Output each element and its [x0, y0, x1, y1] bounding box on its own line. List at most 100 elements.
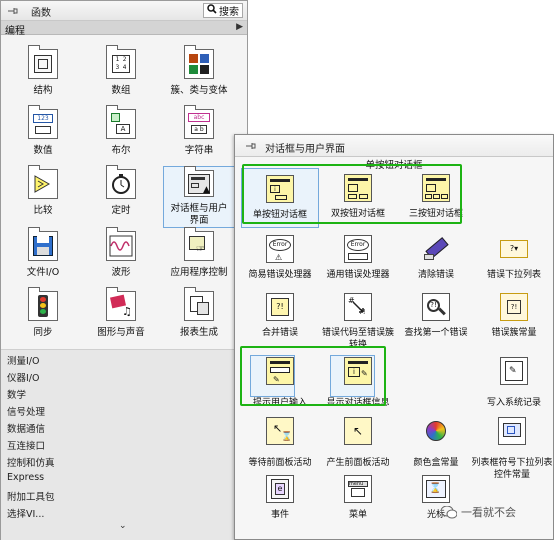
- cluster-icon: [184, 45, 214, 79]
- palette-item-merge-errors[interactable]: ?! 合并错误: [241, 293, 319, 339]
- palette-item-find-first-error[interactable]: ?! 查找第一个错误: [397, 293, 475, 339]
- palette-item-timing[interactable]: 定时: [85, 165, 157, 217]
- category-item[interactable]: 附加工具包: [7, 489, 55, 503]
- string-icon: abc a b: [184, 105, 214, 139]
- dialog-ui-palette-titlebar: 对话框与用户界面: [235, 135, 553, 157]
- category-header-programming[interactable]: 编程 ▶: [1, 21, 247, 37]
- palette-item-dialog-ui[interactable]: ▲ 对话框与用户界面: [163, 166, 235, 228]
- category-item[interactable]: 互连接口: [7, 438, 45, 452]
- palette-item-cluster[interactable]: 簇、类与变体: [163, 45, 235, 97]
- app-control-icon: ☞: [184, 227, 214, 261]
- palette-item-label: 对话框与用户界面: [170, 203, 228, 226]
- palette-item-write-system-log[interactable]: ✎ 写入系统记录: [475, 357, 553, 409]
- palette-item-label: 波形: [111, 267, 131, 278]
- category-item[interactable]: 测量I/O: [7, 353, 39, 367]
- expand-arrow-icon: ▶: [236, 22, 243, 32]
- dialog-ui-icon: ▲: [184, 166, 214, 197]
- more-chevron-icon[interactable]: ⌄: [119, 521, 127, 531]
- category-item[interactable]: 仪器I/O: [7, 370, 39, 384]
- write-system-log-icon: ✎: [500, 357, 528, 385]
- palette-item-error-code-to-cluster[interactable]: # ?! 错误代码至错误簇转换: [319, 293, 397, 351]
- palette-item-clear-errors[interactable]: 清除错误: [397, 235, 475, 281]
- pin-icon[interactable]: [7, 5, 19, 17]
- palette-item-error-ring[interactable]: ?▾ 错误下拉列表: [475, 235, 553, 281]
- error-ring-icon: ?▾: [500, 240, 528, 258]
- palette-item-label: 结构: [33, 85, 53, 96]
- palette-item-graphics-sound[interactable]: ♫ 图形与声音: [85, 287, 157, 339]
- palette-item-label: 清除错误: [417, 270, 454, 280]
- color-box-icon: [422, 417, 450, 445]
- general-error-handler-icon: Error: [344, 235, 372, 263]
- palette-item-label: 簇、类与变体: [170, 85, 228, 96]
- pin-icon[interactable]: [245, 140, 257, 152]
- graphics-sound-icon: ♫: [106, 287, 136, 321]
- wait-front-panel-icon: ↖ ⌛: [266, 417, 294, 445]
- boolean-icon: A: [106, 105, 136, 139]
- generate-front-panel-icon: ↖: [344, 417, 372, 445]
- category-item[interactable]: 选择VI...: [7, 506, 44, 520]
- palette-item-listbox-symbol-ring[interactable]: 列表框符号下拉列表控件常量: [469, 417, 554, 481]
- highlight-box-prompt-display: [240, 346, 386, 406]
- report-icon: [184, 287, 214, 321]
- palette-item-generate-front-panel[interactable]: ↖ 产生前面板活动: [319, 417, 397, 469]
- wechat-icon: [440, 505, 458, 519]
- category-list: 测量I/O 仪器I/O 数学 信号处理 数据通信 互连接口 控制和仿真 Expr…: [1, 349, 247, 540]
- category-item[interactable]: 控制和仿真: [7, 455, 55, 469]
- palette-item-menus[interactable]: menu 菜单: [319, 475, 397, 521]
- palette-item-app-control[interactable]: ☞ 应用程序控制: [163, 227, 235, 279]
- palette-item-label: 数组: [111, 85, 131, 96]
- functions-palette-titlebar: 函数 搜索: [1, 1, 247, 21]
- palette-item-general-error-handler[interactable]: Error 通用错误处理器: [319, 235, 397, 281]
- error-code-to-cluster-icon: # ?!: [344, 293, 372, 321]
- palette-item-label: 查找第一个错误: [404, 328, 468, 338]
- eraser-icon: [422, 235, 450, 263]
- palette-item-label: 简易错误处理器: [248, 270, 312, 280]
- palette-item-label: 同步: [33, 327, 53, 338]
- palette-item-structures[interactable]: 结构: [7, 45, 79, 97]
- palette-item-label: 数值: [33, 145, 53, 156]
- merge-errors-icon: ?!: [266, 293, 294, 321]
- palette-item-events[interactable]: e 事件: [241, 475, 319, 521]
- waveform-icon: [106, 227, 136, 261]
- find-first-error-icon: ?!: [422, 293, 450, 321]
- palette-item-error-cluster-constant[interactable]: ?! 错误簇常量: [475, 293, 553, 339]
- listbox-symbol-ring-icon: [498, 417, 526, 445]
- palette-item-waveform[interactable]: 波形: [85, 227, 157, 279]
- palette-item-simple-error-handler[interactable]: Error ⚠ 简易错误处理器: [241, 235, 319, 281]
- palette-item-label: 应用程序控制: [170, 267, 228, 278]
- palette-item-string[interactable]: abc a b 字符串: [163, 105, 235, 157]
- dialog-ui-palette-title: 对话框与用户界面: [265, 144, 345, 155]
- palette-item-numeric[interactable]: 123 数值: [7, 105, 79, 157]
- palette-item-boolean[interactable]: A 布尔: [85, 105, 157, 157]
- palette-item-array[interactable]: 1 23 4 数组: [85, 45, 157, 97]
- palette-item-report[interactable]: 报表生成: [163, 287, 235, 339]
- palette-item-label: 错误下拉列表: [486, 270, 541, 280]
- category-item[interactable]: 数学: [7, 387, 26, 401]
- functions-palette: 函数 搜索 编程 ▶ 结构 1 23 4 数组 簇、类与变体 123 数值 A …: [0, 0, 248, 540]
- category-item[interactable]: 信号处理: [7, 404, 45, 418]
- watermark: 一看就不会: [440, 504, 516, 520]
- cursor-icon: ⌛: [422, 475, 450, 503]
- palette-item-label: 合并错误: [261, 328, 298, 338]
- highlight-box-button-dialogs: [242, 164, 462, 224]
- palette-item-label: 产生前面板活动: [326, 458, 390, 468]
- search-icon: [207, 4, 217, 17]
- palette-item-file-io[interactable]: 文件I/O: [7, 227, 79, 279]
- palette-item-label: 字符串: [184, 145, 214, 156]
- numeric-icon: 123: [28, 105, 58, 139]
- category-item[interactable]: Express: [7, 472, 44, 483]
- category-item[interactable]: 数据通信: [7, 421, 45, 435]
- watermark-text: 一看就不会: [461, 506, 516, 519]
- palette-item-comparison[interactable]: 比较: [7, 165, 79, 217]
- floppy-disk-icon: [28, 227, 58, 261]
- palette-item-label: 报表生成: [179, 327, 218, 338]
- simple-error-handler-icon: Error ⚠: [266, 235, 294, 263]
- palette-item-wait-front-panel[interactable]: ↖ ⌛ 等待前面板活动: [241, 417, 319, 469]
- search-button[interactable]: 搜索: [203, 3, 243, 18]
- error-cluster-constant-icon: ?!: [500, 293, 528, 321]
- traffic-light-icon: [28, 287, 58, 321]
- palette-item-color-box-constant[interactable]: 颜色盒常量: [397, 417, 475, 469]
- palette-item-sync[interactable]: 同步: [7, 287, 79, 339]
- palette-item-label: 比较: [33, 205, 53, 216]
- palette-item-label: 通用错误处理器: [326, 270, 390, 280]
